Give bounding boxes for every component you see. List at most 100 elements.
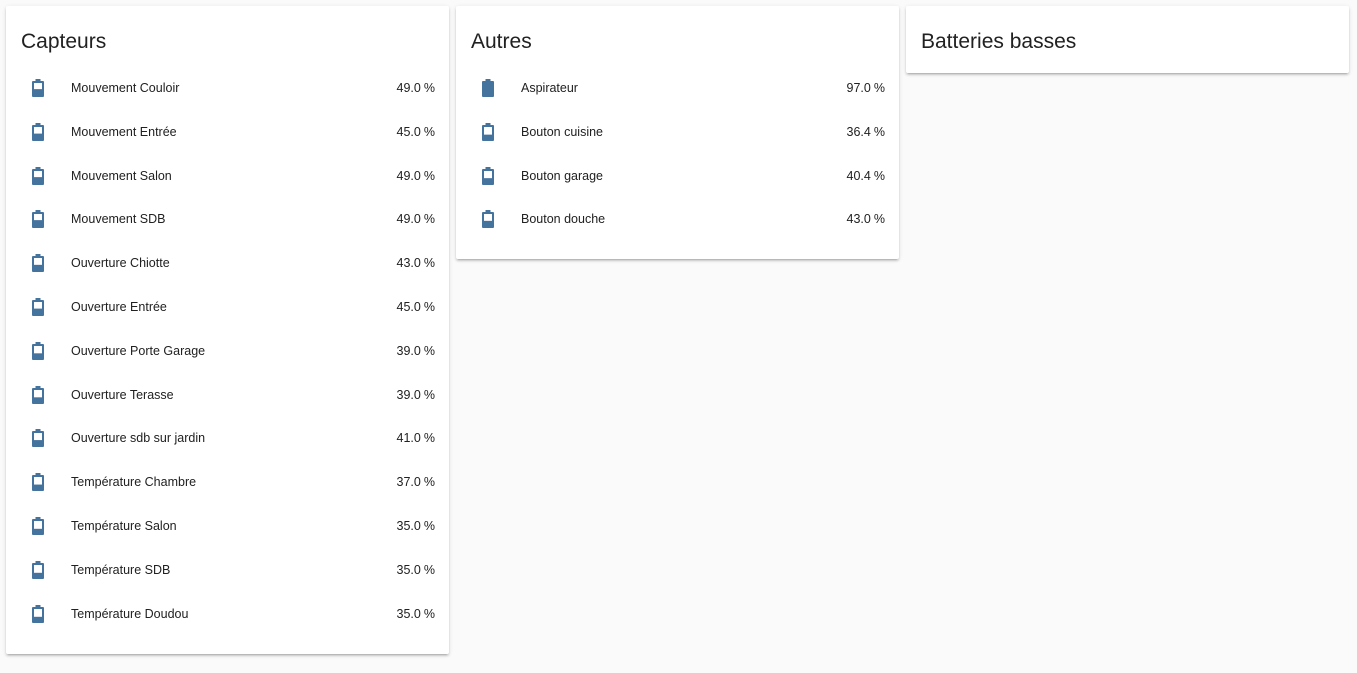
entity-name[interactable]: Bouton cuisine: [521, 124, 603, 140]
entity-state: 49.0%: [397, 168, 435, 184]
entity-list: Mouvement Couloir 49.0% Mouvement Entrée 45…: [6, 66, 449, 635]
state-value: 49.0: [396, 168, 421, 183]
battery-icon: [32, 297, 44, 316]
state-unit: %: [423, 256, 435, 271]
battery-icon: [32, 166, 44, 185]
entity-name[interactable]: Ouverture sdb sur jardin: [71, 430, 205, 446]
entity-name[interactable]: Mouvement Couloir: [71, 80, 179, 96]
state-unit: %: [423, 343, 435, 358]
state-unit: %: [423, 387, 435, 402]
state-value: 43.0: [846, 212, 871, 227]
battery-icon: [32, 516, 44, 535]
card-title: Batteries basses: [921, 30, 1077, 53]
entity-state: 35.0%: [397, 562, 435, 578]
entity-row[interactable]: Ouverture Chiotte 43.0%: [6, 241, 449, 285]
card-title: Capteurs: [21, 30, 107, 53]
entity-row[interactable]: Ouverture Entrée 45.0%: [6, 285, 449, 329]
battery-icon: [32, 254, 44, 273]
card-capteurs: Capteurs Mouvement Couloir 49.0% Mouvement…: [6, 6, 449, 654]
entity-row[interactable]: Mouvement Couloir 49.0%: [6, 66, 449, 110]
battery-icon: [32, 560, 44, 579]
entity-row[interactable]: Température Chambre 37.0%: [6, 460, 449, 504]
state-value: 39.0: [396, 343, 421, 358]
entity-state: 41.0%: [397, 430, 435, 446]
entity-state: 39.0%: [397, 387, 435, 403]
battery-icon: [32, 473, 44, 492]
card-batteries-basses: Batteries basses: [906, 6, 1349, 73]
entity-row[interactable]: Bouton garage 40.4%: [456, 154, 899, 198]
entity-name[interactable]: Température Doudou: [71, 606, 188, 622]
battery-icon: [32, 79, 44, 97]
card-autres: Autres Aspirateur 97.0% Bouton cuisine 36.4…: [456, 6, 899, 259]
entity-name[interactable]: Bouton garage: [521, 168, 603, 184]
state-value: 45.0: [396, 299, 421, 314]
entity-row[interactable]: Ouverture Terasse 39.0%: [6, 373, 449, 417]
entity-name[interactable]: Température Salon: [71, 518, 177, 534]
state-value: 39.0: [396, 387, 421, 402]
state-value: 35.0: [396, 606, 421, 621]
entity-state: 37.0%: [397, 474, 435, 490]
entity-state: 43.0%: [397, 255, 435, 271]
state-unit: %: [423, 212, 435, 227]
entity-name[interactable]: Ouverture Entrée: [71, 299, 167, 315]
entity-state: 97.0%: [847, 80, 885, 96]
state-unit: %: [423, 299, 435, 314]
entity-state: 43.0%: [847, 211, 885, 227]
state-unit: %: [873, 168, 885, 183]
state-unit: %: [423, 562, 435, 577]
state-value: 49.0: [396, 81, 421, 95]
entity-name[interactable]: Ouverture Terasse: [71, 387, 174, 403]
entity-state: 45.0%: [397, 124, 435, 140]
state-value: 36.4: [846, 124, 871, 139]
battery-icon: [32, 385, 44, 404]
entity-row[interactable]: Ouverture sdb sur jardin 41.0%: [6, 416, 449, 460]
battery-icon: [482, 122, 494, 141]
entity-name[interactable]: Ouverture Chiotte: [71, 255, 170, 271]
entity-row[interactable]: Bouton cuisine 36.4%: [456, 110, 899, 154]
battery-icon: [32, 429, 44, 448]
entity-state: 36.4%: [847, 124, 885, 140]
battery-icon: [482, 210, 494, 229]
state-value: 49.0: [396, 212, 421, 227]
battery-icon: [482, 79, 494, 97]
entity-list: Aspirateur 97.0% Bouton cuisine 36.4% Bouton…: [456, 66, 899, 241]
state-unit: %: [423, 81, 435, 95]
state-value: 43.0: [396, 256, 421, 271]
state-value: 35.0: [396, 562, 421, 577]
battery-icon: [32, 341, 44, 360]
state-unit: %: [873, 81, 885, 95]
entity-state: 45.0%: [397, 299, 435, 315]
entity-name[interactable]: Mouvement Entrée: [71, 124, 177, 140]
state-value: 35.0: [396, 518, 421, 533]
entity-name[interactable]: Bouton douche: [521, 211, 605, 227]
battery-icon: [32, 122, 44, 141]
state-unit: %: [423, 606, 435, 621]
entity-name[interactable]: Mouvement Salon: [71, 168, 172, 184]
entity-row[interactable]: Température Doudou 35.0%: [6, 592, 449, 636]
state-unit: %: [423, 475, 435, 490]
entity-row[interactable]: Température SDB 35.0%: [6, 548, 449, 592]
entity-row[interactable]: Température Salon 35.0%: [6, 504, 449, 548]
entity-row[interactable]: Ouverture Porte Garage 39.0%: [6, 329, 449, 373]
entity-row[interactable]: Mouvement Entrée 45.0%: [6, 110, 449, 154]
entity-name[interactable]: Température Chambre: [71, 474, 196, 490]
state-unit: %: [873, 124, 885, 139]
battery-icon: [32, 210, 44, 229]
state-value: 37.0: [396, 475, 421, 490]
battery-icon: [482, 166, 494, 185]
entity-name[interactable]: Mouvement SDB: [71, 211, 165, 227]
entity-name[interactable]: Température SDB: [71, 562, 170, 578]
entity-state: 35.0%: [397, 606, 435, 622]
entity-state: 40.4%: [847, 168, 885, 184]
state-value: 40.4: [846, 168, 871, 183]
entity-name[interactable]: Aspirateur: [521, 80, 578, 96]
entity-name[interactable]: Ouverture Porte Garage: [71, 343, 205, 359]
state-unit: %: [423, 431, 435, 446]
entity-row[interactable]: Aspirateur 97.0%: [456, 66, 899, 110]
entity-row[interactable]: Mouvement Salon 49.0%: [6, 154, 449, 198]
entity-row[interactable]: Bouton douche 43.0%: [456, 197, 899, 241]
entity-row[interactable]: Mouvement SDB 49.0%: [6, 197, 449, 241]
state-value: 97.0: [846, 81, 871, 95]
dashboard: Capteurs Mouvement Couloir 49.0% Mouvement…: [0, 0, 1357, 673]
entity-state: 49.0%: [397, 80, 435, 96]
